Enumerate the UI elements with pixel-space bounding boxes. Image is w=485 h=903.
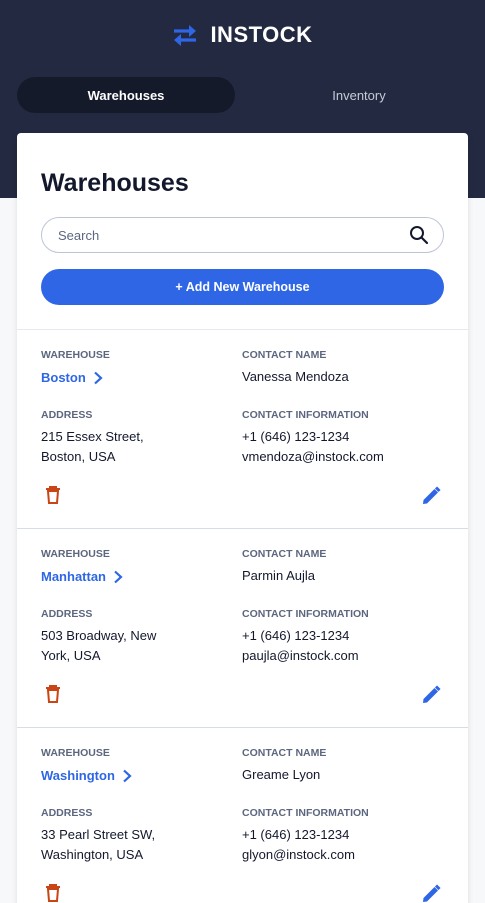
warehouse-link[interactable]: Boston xyxy=(41,370,104,385)
contact-info-label: CONTACT INFORMATION xyxy=(242,409,369,421)
contact-name: Parmin Aujla xyxy=(242,568,315,583)
app-title: INSTOCK xyxy=(210,22,313,47)
list-item: WAREHOUSE Manhattan CONTACT NAME Parmin … xyxy=(17,528,468,727)
address-line1: 33 Pearl Street SW, xyxy=(41,827,156,842)
search-bar[interactable] xyxy=(41,217,444,253)
warehouses-card: Warehouses + Add New Warehouse WAREHOUSE… xyxy=(17,133,468,903)
address-label: ADDRESS xyxy=(41,608,93,620)
list-item: WAREHOUSE Boston CONTACT NAME Vanessa Me… xyxy=(17,329,468,528)
tab-inventory[interactable]: Inventory xyxy=(250,77,468,113)
contact-email: glyon@instock.com xyxy=(242,847,355,862)
trash-icon[interactable] xyxy=(43,684,63,704)
warehouse-link[interactable]: Manhattan xyxy=(41,569,124,584)
warehouse-name[interactable]: Washington xyxy=(41,768,115,783)
contact-email: paujla@instock.com xyxy=(242,648,359,663)
chevron-right-icon[interactable] xyxy=(112,570,124,584)
address-label: ADDRESS xyxy=(41,807,93,819)
warehouse-name[interactable]: Boston xyxy=(41,370,86,385)
contact-phone: +1 (646) 123-1234 xyxy=(242,429,350,444)
contact-info-label: CONTACT INFORMATION xyxy=(242,807,369,819)
contact-phone: +1 (646) 123-1234 xyxy=(242,628,350,643)
warehouse-label: WAREHOUSE xyxy=(41,349,110,361)
address-label: ADDRESS xyxy=(41,409,93,421)
chevron-right-icon[interactable] xyxy=(92,371,104,385)
contact-name: Greame Lyon xyxy=(242,767,321,782)
address-line2: York, USA xyxy=(41,648,101,663)
warehouse-label: WAREHOUSE xyxy=(41,747,110,759)
contact-name-label: CONTACT NAME xyxy=(242,548,327,560)
trash-icon[interactable] xyxy=(43,485,63,505)
warehouse-link[interactable]: Washington xyxy=(41,768,133,783)
warehouse-name[interactable]: Manhattan xyxy=(41,569,106,584)
address-line2: Boston, USA xyxy=(41,449,116,464)
search-icon[interactable] xyxy=(409,225,429,245)
contact-name: Vanessa Mendoza xyxy=(242,369,349,384)
swap-arrows-icon xyxy=(174,25,197,46)
chevron-right-icon[interactable] xyxy=(121,769,133,783)
tab-warehouses[interactable]: Warehouses xyxy=(17,77,235,113)
nav-tabs: Warehouses Inventory xyxy=(17,77,468,113)
contact-phone: +1 (646) 123-1234 xyxy=(242,827,350,842)
address-line1: 215 Essex Street, xyxy=(41,429,144,444)
contact-name-label: CONTACT NAME xyxy=(242,747,327,759)
list-item: WAREHOUSE Washington CONTACT NAME Greame… xyxy=(17,727,468,903)
warehouse-list: WAREHOUSE Boston CONTACT NAME Vanessa Me… xyxy=(17,329,468,903)
search-input[interactable] xyxy=(58,227,409,243)
add-warehouse-button[interactable]: + Add New Warehouse xyxy=(41,269,444,305)
pencil-icon[interactable] xyxy=(420,883,442,903)
pencil-icon[interactable] xyxy=(420,485,442,507)
page-title: Warehouses xyxy=(41,169,189,197)
contact-name-label: CONTACT NAME xyxy=(242,349,327,361)
warehouse-label: WAREHOUSE xyxy=(41,548,110,560)
address-line1: 503 Broadway, New xyxy=(41,628,157,643)
trash-icon[interactable] xyxy=(43,883,63,903)
contact-email: vmendoza@instock.com xyxy=(242,449,384,464)
contact-info-label: CONTACT INFORMATION xyxy=(242,608,369,620)
brand[interactable]: INSTOCK xyxy=(0,22,485,48)
pencil-icon[interactable] xyxy=(420,684,442,706)
address-line2: Washington, USA xyxy=(41,847,144,862)
